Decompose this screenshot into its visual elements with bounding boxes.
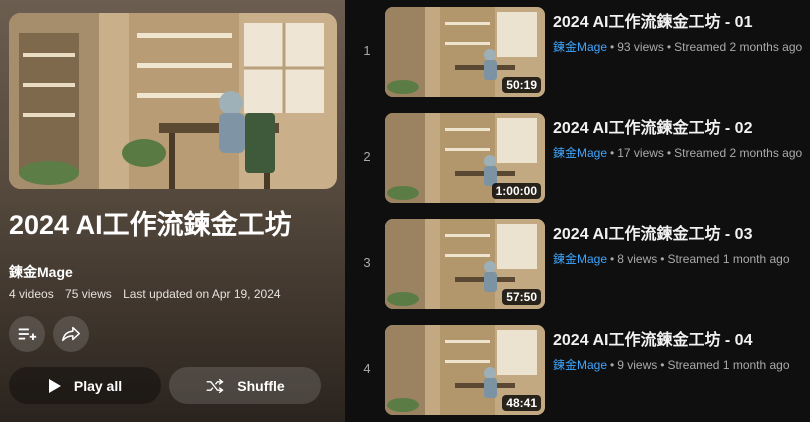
video-thumbnail[interactable]: 57:50 — [385, 219, 545, 309]
video-index: 1 — [363, 43, 371, 58]
video-views: 17 views — [617, 146, 664, 160]
save-to-playlist-button[interactable] — [9, 316, 45, 352]
playlist-add-icon — [18, 328, 37, 340]
video-channel-link[interactable]: 鍊金Mage — [553, 358, 607, 372]
video-views: 9 views — [617, 358, 658, 372]
video-views: 93 views — [617, 40, 664, 54]
video-row[interactable]: 3 57:50 2024 AI工作流鍊金工坊 - 03 鍊金Mage • 8 vie… — [345, 219, 810, 315]
video-duration: 48:41 — [502, 395, 541, 411]
video-title[interactable]: 2024 AI工作流鍊金工坊 - 01 — [553, 8, 808, 32]
video-duration: 57:50 — [502, 289, 541, 305]
video-streamed: Streamed 2 months ago — [674, 146, 803, 160]
video-meta: 鍊金Mage • 9 views • Streamed 1 month ago — [553, 358, 790, 372]
shuffle-label: Shuffle — [237, 377, 285, 394]
play-all-label: Play all — [73, 377, 123, 394]
playlist-title: 2024 AI工作流鍊金工坊 — [9, 210, 292, 240]
cover-illustration — [9, 13, 337, 189]
video-title[interactable]: 2024 AI工作流鍊金工坊 - 02 — [553, 114, 808, 138]
video-thumbnail[interactable]: 48:41 — [385, 325, 545, 415]
playlist-video-count: 4 videos — [9, 287, 54, 301]
playlist-views: 75 views — [65, 287, 112, 301]
video-index: 3 — [363, 255, 371, 270]
playlist-cover-image[interactable] — [9, 13, 337, 189]
video-row[interactable]: 1 50:19 2024 AI工作流鍊金工坊 - 01 鍊金Mage • 93 vi… — [345, 7, 810, 103]
share-button[interactable] — [53, 316, 89, 352]
video-thumbnail[interactable]: 1:00:00 — [385, 113, 545, 203]
video-duration: 1:00:00 — [491, 183, 541, 199]
playlist-video-list: 1 50:19 2024 AI工作流鍊金工坊 - 01 鍊金Mage • 93 vi… — [345, 0, 810, 422]
playlist-meta: 4 videos 75 views Last updated on Apr 19… — [9, 287, 289, 301]
play-icon — [48, 378, 61, 393]
video-index: 2 — [363, 149, 371, 164]
play-all-button[interactable]: Play all — [9, 367, 161, 404]
video-row[interactable]: 4 48:41 2024 AI工作流鍊金工坊 - 04 鍊金Mage • 9 vie… — [345, 325, 810, 421]
video-title[interactable]: 2024 AI工作流鍊金工坊 - 04 — [553, 326, 808, 350]
video-meta: 鍊金Mage • 17 views • Streamed 2 months ago — [553, 146, 803, 160]
video-channel-link[interactable]: 鍊金Mage — [553, 146, 607, 160]
video-index: 4 — [363, 361, 371, 376]
playlist-updated: Last updated on Apr 19, 2024 — [123, 287, 281, 301]
video-streamed: Streamed 2 months ago — [674, 40, 803, 54]
video-meta: 鍊金Mage • 8 views • Streamed 1 month ago — [553, 252, 790, 266]
video-title[interactable]: 2024 AI工作流鍊金工坊 - 03 — [553, 220, 808, 244]
video-views: 8 views — [617, 252, 658, 266]
video-meta: 鍊金Mage • 93 views • Streamed 2 months ago — [553, 40, 803, 54]
shuffle-icon — [206, 378, 224, 393]
share-icon — [62, 326, 80, 342]
shuffle-button[interactable]: Shuffle — [169, 367, 321, 404]
video-thumbnail[interactable]: 50:19 — [385, 7, 545, 97]
video-streamed: Streamed 1 month ago — [667, 358, 790, 372]
video-channel-link[interactable]: 鍊金Mage — [553, 252, 607, 266]
playlist-channel-link[interactable]: 鍊金Mage — [9, 262, 73, 282]
video-row[interactable]: 2 1:00:00 2024 AI工作流鍊金工坊 - 02 鍊金Mage • 17 … — [345, 113, 810, 209]
video-duration: 50:19 — [502, 77, 541, 93]
playlist-header-panel: 2024 AI工作流鍊金工坊 鍊金Mage 4 videos 75 views … — [0, 0, 345, 422]
video-streamed: Streamed 1 month ago — [667, 252, 790, 266]
video-channel-link[interactable]: 鍊金Mage — [553, 40, 607, 54]
